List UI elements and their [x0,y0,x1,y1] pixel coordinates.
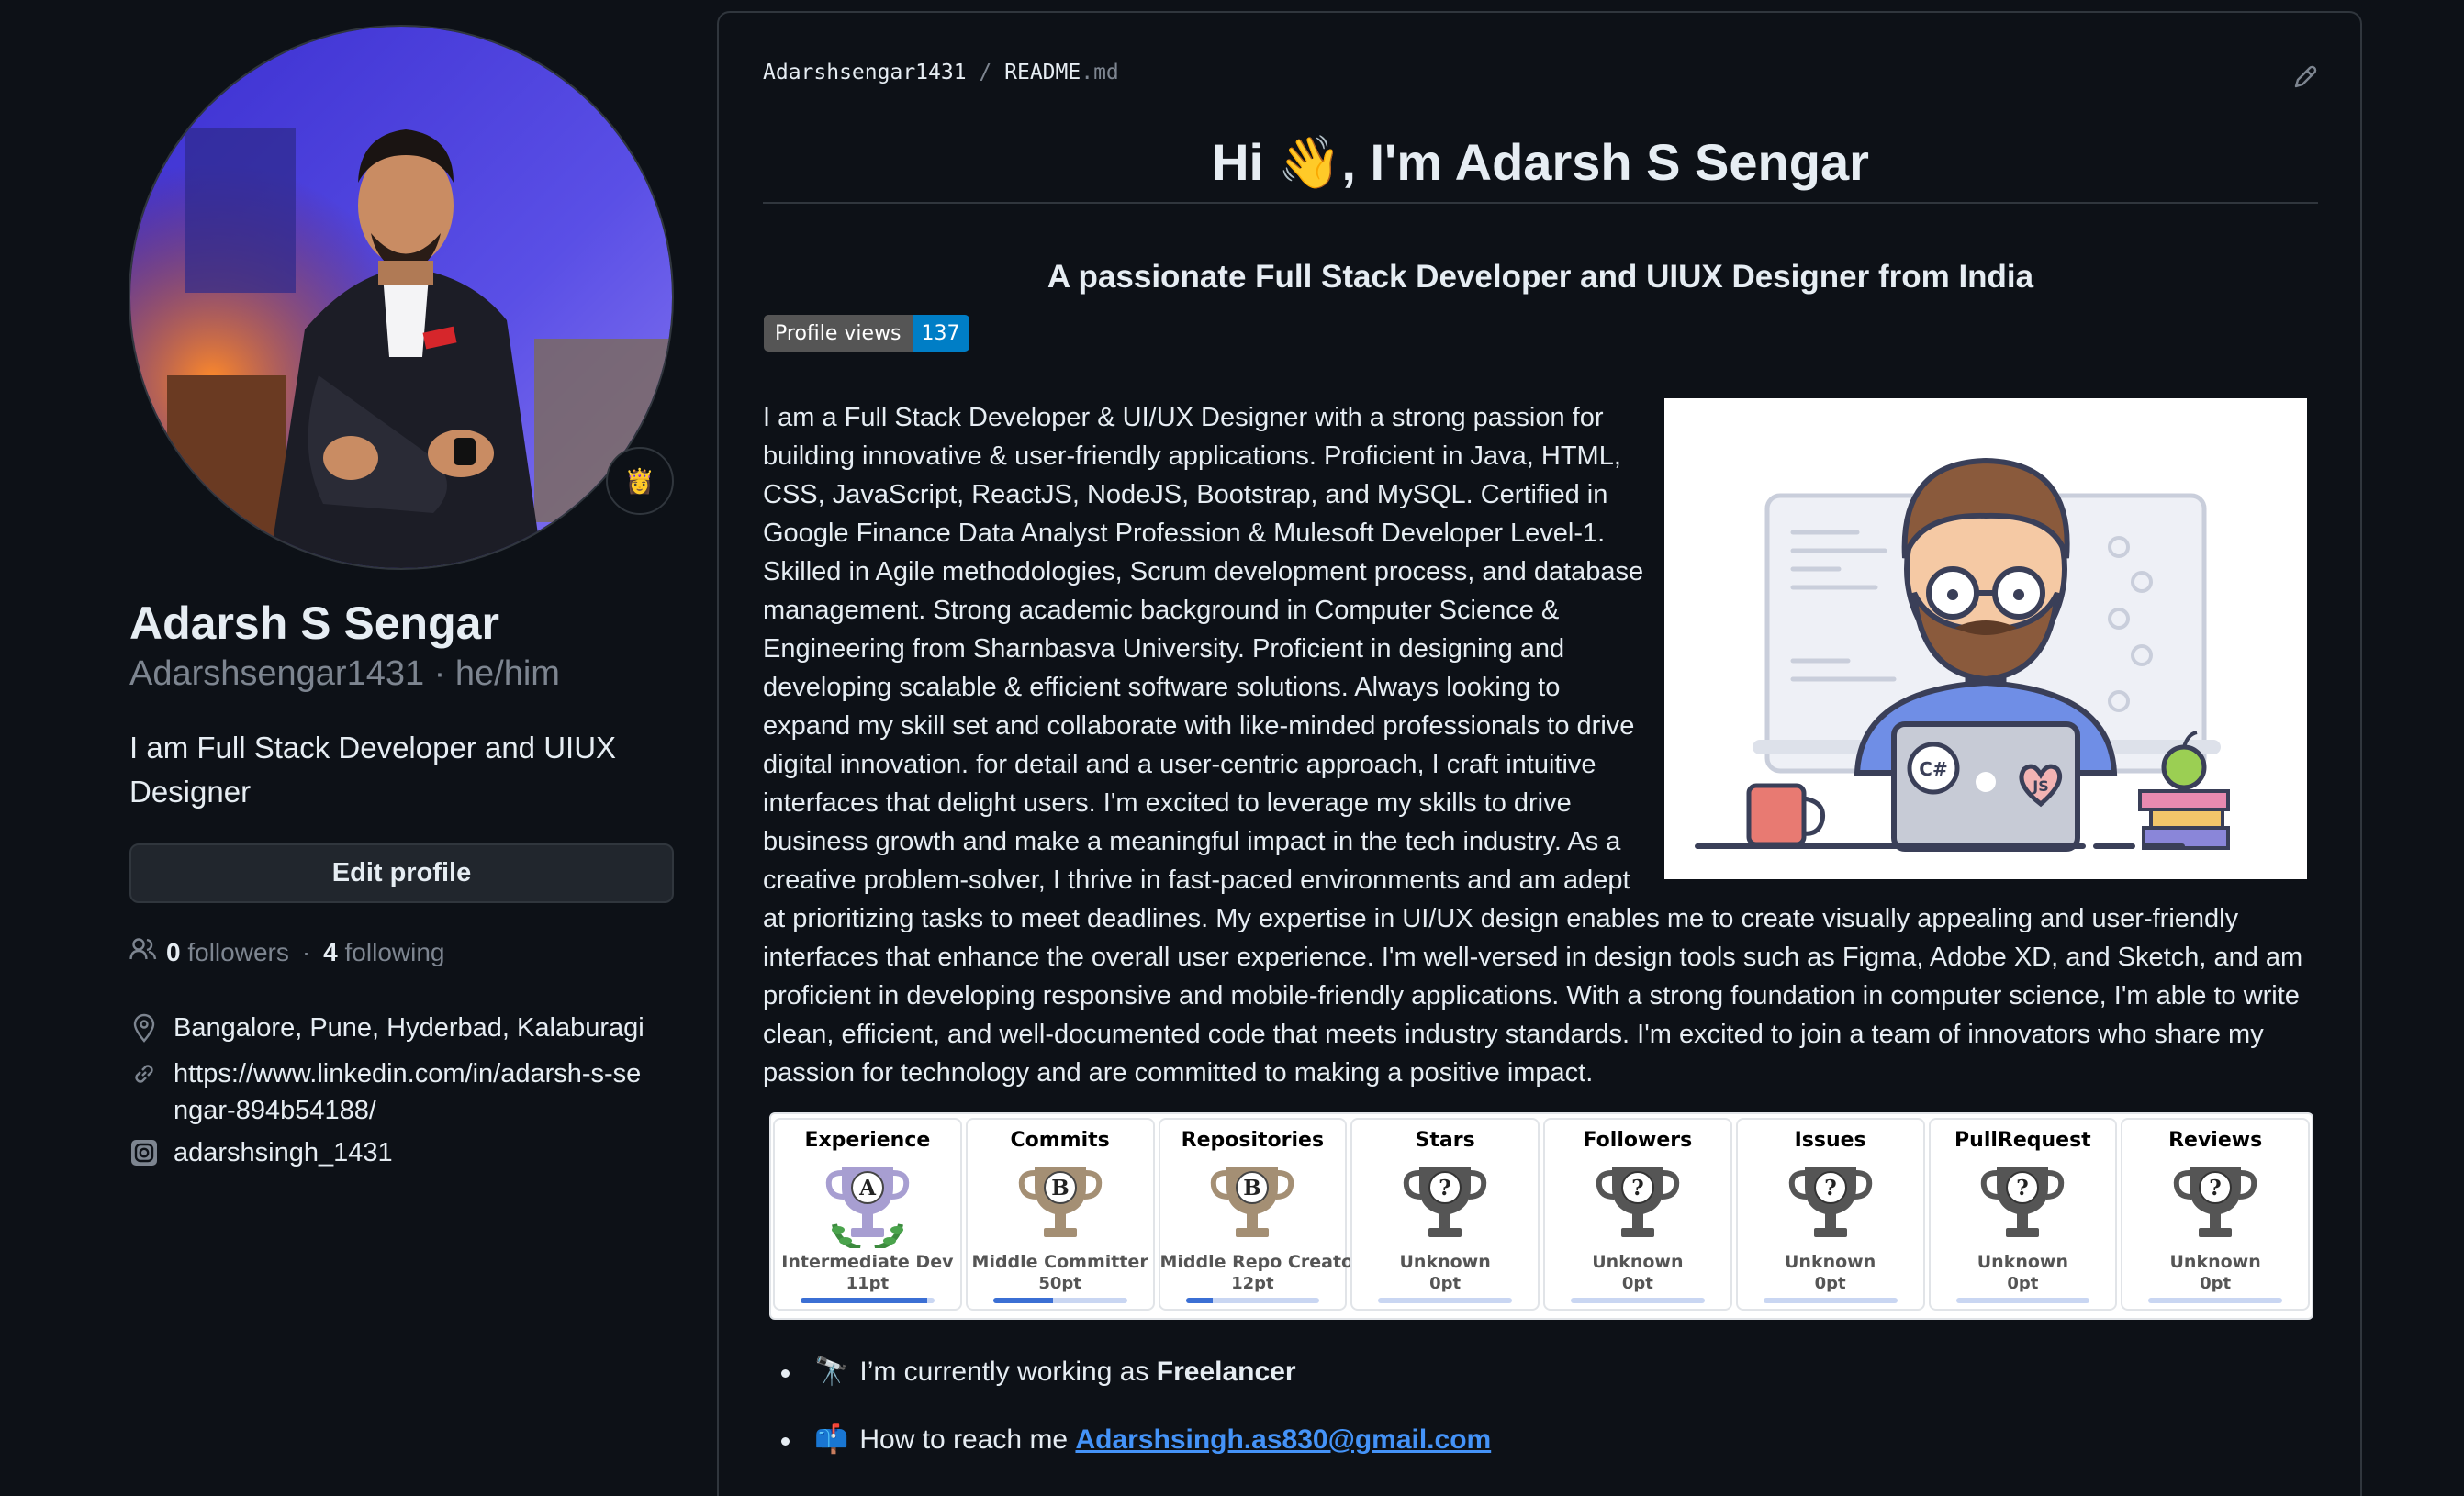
trophy-card: Experience A Intermediate Dev 11pt [773,1118,962,1311]
following-link[interactable]: 4 following [323,938,444,967]
trophy-icon: A [822,1160,913,1251]
trophy-icon: B [1206,1160,1298,1248]
trophy-title: Issues [1794,1129,1866,1152]
trophy-progress-bar [1185,1298,1320,1303]
avatar-container: 👸 [129,25,674,570]
list-item: 📫 How to reach me Adarshsingh.as830@gmail… [765,1421,1491,1459]
js-sticker: JS [2032,777,2048,795]
people-icon [129,937,157,967]
location-item: Bangalore, Pune, Hyderbad, Kalaburagi [129,1010,680,1046]
trophy-points: 0pt [1814,1274,1846,1293]
trophy-points: 11pt [846,1274,890,1293]
trophy-progress-bar [1955,1298,2090,1303]
svg-text:A: A [858,1176,877,1200]
trophy-title: Commits [1010,1129,1110,1152]
trophy-rank-name: Unknown [2169,1252,2261,1272]
trophy-card: Reviews? Unknown 0pt [2121,1118,2310,1311]
trophy-icon: B [1014,1160,1106,1248]
trophy-icon: ? [1399,1160,1491,1248]
website-link[interactable]: https://www.linkedin.com/in/adarsh-s-sen… [174,1055,651,1129]
trophy-icon: ? [1977,1160,2068,1248]
profile-details: Bangalore, Pune, Hyderbad, Kalaburagi ht… [129,1010,680,1180]
readme-panel: Adarshsengar1431 / README.md Hi 👋, I'm A… [717,11,2362,1496]
title-divider [763,202,2318,204]
follow-stats: 0 followers · 4 following [129,937,444,967]
trophy-points: 12pt [1231,1274,1274,1293]
readme-title: Hi 👋, I'm Adarsh S Sengar [1212,133,1869,191]
svg-text:B: B [1051,1176,1069,1200]
mailbox-icon: 📫 [814,1424,849,1455]
trophy-rank-name: Unknown [1592,1252,1684,1272]
profile-bio: I am Full Stack Developer and UIUX Desig… [129,731,617,809]
website-item: https://www.linkedin.com/in/adarsh-s-sen… [129,1055,680,1129]
avatar[interactable] [129,25,674,570]
trophy-points: 0pt [2007,1274,2039,1293]
trophy-rank-name: Unknown [1785,1252,1876,1272]
trophy-title: PullRequest [1954,1129,2091,1152]
trophy-progress-bar [1378,1298,1512,1303]
trophy-rank-name: Middle Repo Creator [1159,1252,1362,1272]
trophy-icon: ? [1785,1160,1876,1248]
developer-illustration: C# JS [1664,398,2307,879]
readme-breadcrumb: Adarshsengar1431 / README.md [763,61,1119,84]
telescope-icon: 🔭 [814,1356,849,1387]
edit-profile-button[interactable]: Edit profile [129,843,674,903]
svg-text:?: ? [1824,1176,1836,1200]
readme-bullets: 🔭 I’m currently working as Freelancer 📫 Ho… [765,1353,1491,1489]
instagram-icon [129,1134,159,1171]
instagram-link[interactable]: adarshsingh_1431 [174,1134,393,1171]
trophy-points: 50pt [1038,1274,1081,1293]
trophy-points: 0pt [2200,1274,2232,1293]
followers-link[interactable]: 0 followers [166,938,289,967]
trophy-card: Followers? Unknown 0pt [1543,1118,1732,1311]
github-trophies[interactable]: Experience A Intermediate Dev 11pt Commits B M… [769,1112,2313,1320]
svg-text:?: ? [2017,1176,2029,1200]
location-text: Bangalore, Pune, Hyderbad, Kalaburagi [174,1013,644,1043]
profile-views-badge[interactable]: Profile views 137 [764,315,969,352]
readme-subtitle: A passionate Full Stack Developer and UI… [1047,259,2034,295]
svg-text:?: ? [1439,1176,1450,1200]
trophy-title: Experience [804,1129,931,1152]
crumb-file: README.md [1004,61,1119,84]
trophy-points: 0pt [1621,1274,1653,1293]
svg-text:?: ? [1631,1176,1643,1200]
status-emoji[interactable]: 👸 [606,447,674,515]
trophy-title: Stars [1415,1129,1475,1152]
link-icon [129,1055,159,1092]
trophy-rank-name: Intermediate Dev [781,1252,954,1272]
location-pin-icon [129,1010,159,1046]
email-link[interactable]: Adarshsingh.as830@gmail.com [1075,1424,1491,1455]
trophy-title: Followers [1583,1129,1693,1152]
instagram-item: adarshsingh_1431 [129,1134,680,1171]
trophy-rank-name: Unknown [1977,1252,2068,1272]
svg-text:?: ? [2209,1176,2221,1200]
trophy-progress-bar [2148,1298,2282,1303]
trophy-rank-name: Middle Committer [971,1252,1148,1272]
trophy-progress-bar [992,1298,1127,1303]
trophy-icon: ? [2169,1160,2261,1248]
trophy-card: Issues? Unknown 0pt [1735,1118,1925,1311]
trophy-progress-bar [1763,1298,1898,1303]
trophy-icon: ? [1592,1160,1684,1248]
trophy-title: Reviews [2168,1129,2263,1152]
trophy-card: Repositories B Middle Repo Creator 12pt [1158,1118,1362,1311]
svg-text:B: B [1244,1176,1261,1200]
trophy-progress-bar [1571,1298,1705,1303]
trophy-rank-name: Unknown [1399,1252,1491,1272]
csharp-sticker: C# [1919,758,1947,780]
trophy-card: Stars? Unknown 0pt [1350,1118,1540,1311]
pencil-icon[interactable] [2289,61,2322,94]
trophy-title: Repositories [1181,1129,1325,1152]
list-item: 🔭 I’m currently working as Freelancer [765,1353,1491,1391]
profile-name: Adarsh S Sengar [129,597,499,649]
trophy-points: 0pt [1429,1274,1462,1293]
trophy-card: Commits B Middle Committer 50pt [965,1118,1155,1311]
trophy-progress-bar [801,1298,935,1303]
trophy-card: PullRequest? Unknown 0pt [1928,1118,2118,1311]
profile-login: Adarshsengar1431 · he/him [129,654,560,693]
crumb-owner-link[interactable]: Adarshsengar1431 [763,61,967,84]
about-section: C# JS I am a Full Stack Developer & UI/U… [763,398,2351,1092]
